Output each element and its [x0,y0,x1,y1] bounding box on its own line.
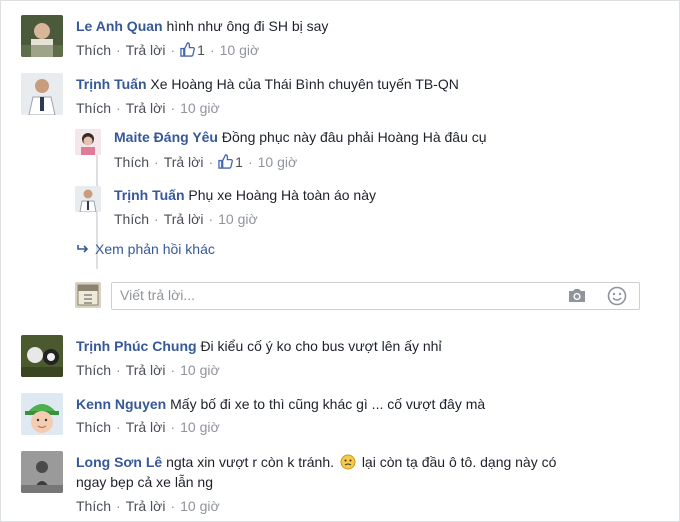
commenter-name[interactable]: Trịnh Tuấn [114,187,185,203]
avatar[interactable] [21,451,63,493]
commenter-name[interactable]: Maite Đáng Yêu [114,129,218,145]
comment-actions: Thích · Trả lời · 10 giờ [76,419,220,435]
separator: · [170,419,176,435]
reply-link[interactable]: Trả lời [126,100,166,116]
comment-text: ngay bẹp cả xe lẫn ng [76,474,213,490]
separator: · [209,42,215,58]
avatar[interactable] [21,393,63,435]
separator: · [170,362,176,378]
commenter-name[interactable]: Kenn Nguyen [76,396,166,412]
comment-actions: Thích · Trả lời · 10 giờ [76,100,220,116]
avatar[interactable] [75,129,101,155]
comment-text: Phụ xe Hoàng Hà toàn áo này [188,187,376,203]
commenter-name[interactable]: Long Sơn Lê [76,454,162,470]
comments-panel: Le Anh Quan hình như ông đi SH bị say Th… [0,0,680,522]
like-link[interactable]: Thích [114,154,149,170]
likes-count[interactable]: 1 [218,154,243,170]
reply-link[interactable]: Trả lời [126,419,166,435]
comment-actions: Thích · Trả lời · 10 giờ [76,498,220,514]
comment-text: Mấy bố đi xe to thì cũng khác gì ... cố … [170,396,486,412]
likes-count[interactable]: 1 [180,42,205,58]
reply-body: Trịnh Tuấn Phụ xe Hoàng Hà toàn áo này [114,187,376,203]
thumbs-up-icon [180,42,196,57]
reply-input[interactable] [120,287,540,303]
reply-link[interactable]: Trả lời [126,42,166,58]
reply-body: Maite Đáng Yêu Đồng phục này đâu phải Ho… [114,129,487,145]
reply-link[interactable]: Trả lời [126,498,166,514]
view-more-replies-label: Xem phản hồi khác [95,241,215,257]
avatar[interactable] [21,15,63,57]
separator: · [208,154,214,170]
separator: · [247,154,253,170]
separator: · [116,419,121,435]
commenter-name[interactable]: Trịnh Tuấn [76,76,147,92]
like-link[interactable]: Thích [114,211,149,227]
view-more-replies-link[interactable]: Xem phản hồi khác [77,241,215,257]
comment-actions: Thích · Trả lời · 1 · 10 giờ [76,42,259,58]
comment-text: Đồng phục này đâu phải Hoàng Hà đâu cụ [221,129,487,145]
timestamp[interactable]: 10 giờ [180,498,220,514]
comment-text-continued: lại còn tạ đầu ô tô. dạng này có [361,454,557,470]
comment-actions: Thích · Trả lời · 10 giờ [76,362,220,378]
reply-actions: Thích · Trả lời · 1 · 10 giờ [114,154,297,170]
comment-text: Đi kiểu cố ý ko cho bus vượt lên ấy nhỉ [200,338,442,354]
like-link[interactable]: Thích [76,498,111,514]
like-link[interactable]: Thích [76,42,111,58]
timestamp[interactable]: 10 giờ [180,100,220,116]
reply-arrow-icon [77,241,89,257]
separator: · [170,100,176,116]
separator: · [170,498,176,514]
reply-composer[interactable] [111,282,640,310]
separator: · [116,100,121,116]
reply-link[interactable]: Trả lời [164,154,204,170]
avatar[interactable] [21,73,63,115]
timestamp[interactable]: 10 giờ [180,362,220,378]
separator: · [154,154,159,170]
comment-text: hình như ông đi SH bị say [166,18,329,34]
reply-actions: Thích · Trả lời · 10 giờ [114,211,258,227]
timestamp[interactable]: 10 giờ [180,419,220,435]
avatar[interactable] [75,186,101,212]
separator: · [170,42,176,58]
reply-link[interactable]: Trả lời [126,362,166,378]
smiley-icon[interactable] [607,286,627,306]
separator: · [208,211,214,227]
timestamp[interactable]: 10 giờ [220,42,260,58]
comment-body: Le Anh Quan hình như ông đi SH bị say [76,18,328,34]
separator: · [116,498,121,514]
like-link[interactable]: Thích [76,419,111,435]
comment-body: Long Sơn Lê ngta xin vượt r còn k tránh.… [76,454,556,470]
commenter-name[interactable]: Trịnh Phúc Chung [76,338,197,354]
comment-text: ngta xin vượt r còn k tránh. [166,454,335,470]
reply-link[interactable]: Trả lời [164,211,204,227]
timestamp[interactable]: 10 giờ [218,211,258,227]
emoji-icon [340,454,356,470]
like-link[interactable]: Thích [76,100,111,116]
comment-body: Kenn Nguyen Mấy bố đi xe to thì cũng khá… [76,396,485,412]
separator: · [116,42,121,58]
comment-body-line2: ngay bẹp cả xe lẫn ng [76,474,213,490]
thumbs-up-icon [218,154,234,169]
commenter-name[interactable]: Le Anh Quan [76,18,163,34]
avatar[interactable] [21,335,63,377]
separator: · [116,362,121,378]
timestamp[interactable]: 10 giờ [258,154,298,170]
comment-body: Trịnh Tuấn Xe Hoàng Hà của Thái Bình chu… [76,76,459,92]
separator: · [154,211,159,227]
current-user-avatar [75,282,101,308]
comment-body: Trịnh Phúc Chung Đi kiểu cố ý ko cho bus… [76,338,442,354]
camera-icon[interactable] [567,287,587,304]
like-link[interactable]: Thích [76,362,111,378]
comment-text: Xe Hoàng Hà của Thái Bình chuyên tuyến T… [150,76,459,92]
